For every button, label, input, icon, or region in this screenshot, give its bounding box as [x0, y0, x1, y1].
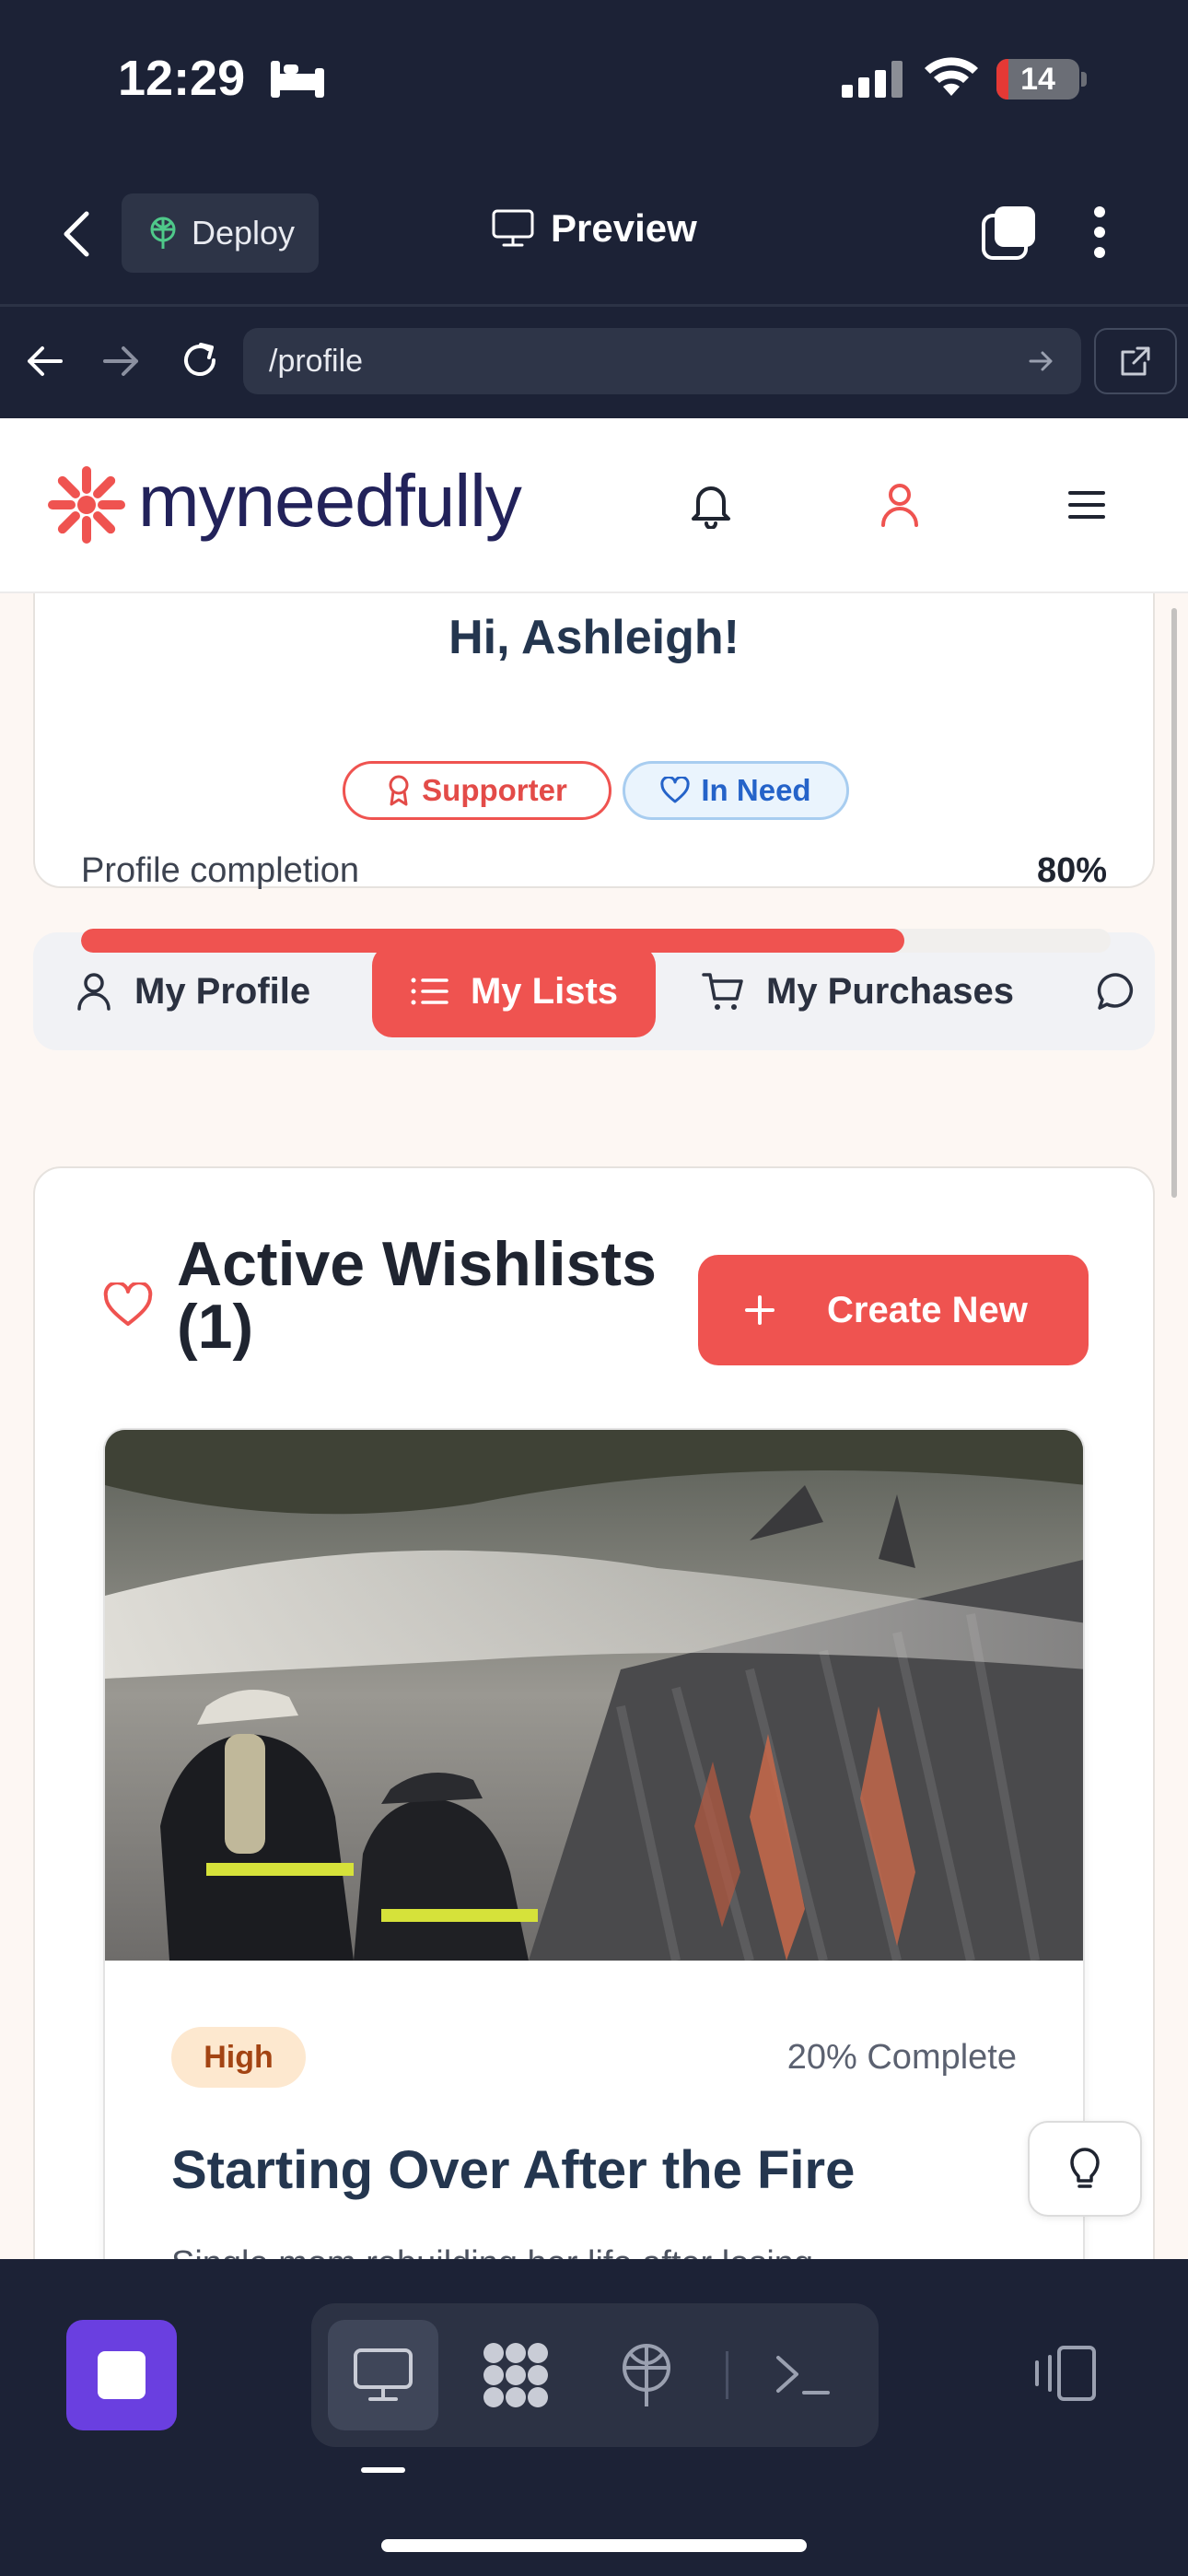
battery-percentage: 14: [1020, 62, 1055, 97]
plus-icon: [744, 1294, 775, 1326]
completion-progress-bar: [81, 929, 1111, 953]
heart-outline-icon: [103, 1282, 153, 1329]
lightbulb-icon: [1068, 2147, 1101, 2191]
list-icon: [410, 976, 448, 1007]
preview-view-button[interactable]: [333, 2325, 433, 2425]
hamburger-menu-icon[interactable]: [1066, 488, 1107, 521]
tab-label: My Purchases: [766, 970, 1015, 1012]
open-external-button[interactable]: [1094, 328, 1177, 394]
logo-text[interactable]: myneedfully: [138, 459, 522, 544]
preview-label: Preview: [551, 206, 697, 250]
tab-my-lists[interactable]: My Lists: [372, 945, 656, 1037]
notification-bell-icon[interactable]: [689, 481, 733, 529]
stop-icon: [98, 2351, 146, 2399]
bottom-toolbar: [0, 2259, 1188, 2576]
device-toggle-icon[interactable]: [1031, 2344, 1098, 2403]
wishlist-cover-image: [105, 1430, 1083, 1961]
tips-button[interactable]: [1028, 2121, 1142, 2217]
in-need-badge: In Need: [623, 761, 849, 820]
tab-my-purchases[interactable]: My Purchases: [702, 945, 1014, 1037]
user-icon: [76, 971, 112, 1012]
site-header: myneedfully: [0, 418, 1188, 593]
wishlist-title[interactable]: Starting Over After the Fire: [171, 2139, 855, 2201]
url-input[interactable]: /profile: [243, 328, 1081, 394]
external-link-icon: [1119, 345, 1152, 378]
deploy-tree-icon: [618, 2342, 675, 2408]
monitor-icon: [353, 2348, 413, 2403]
active-view-indicator: [361, 2467, 405, 2473]
in-need-label: In Need: [701, 773, 811, 807]
supporter-badge: Supporter: [343, 761, 611, 820]
monitor-icon: [492, 209, 534, 248]
completion-label: Profile completion: [81, 851, 360, 890]
browser-back-icon[interactable]: [24, 341, 64, 381]
stop-button[interactable]: [66, 2320, 177, 2430]
web-viewport: myneedfully Hi, Ashleigh! Supporter In N…: [0, 418, 1188, 2259]
completion-progress-fill: [81, 929, 905, 953]
logo-mark-icon[interactable]: [41, 459, 133, 551]
go-arrow-icon[interactable]: [1028, 347, 1055, 375]
wishlists-card: Active Wishlists (1) Create New High 20%…: [33, 1166, 1155, 2259]
reload-icon[interactable]: [177, 337, 223, 383]
deploy-icon: [147, 216, 179, 251]
tab-my-profile[interactable]: My Profile: [76, 945, 310, 1037]
terminal-icon: [775, 2352, 832, 2398]
wishlists-heading: Active Wishlists (1): [177, 1229, 657, 1362]
deploy-view-button[interactable]: [597, 2325, 696, 2425]
tab-label: My Profile: [134, 970, 311, 1012]
supporter-label: Supporter: [422, 773, 567, 807]
status-time: 12:29: [118, 51, 246, 106]
view-switcher: [311, 2303, 879, 2447]
deploy-button[interactable]: Deploy: [122, 193, 319, 273]
progress-percentage: 20% Complete: [786, 2038, 1017, 2077]
sleep-focus-icon: [269, 57, 326, 100]
create-new-label: Create New: [827, 1289, 1028, 1330]
grid-nodes-icon: [481, 2340, 551, 2410]
priority-badge: High: [171, 2027, 306, 2088]
award-icon: [387, 775, 411, 806]
tab-messages[interactable]: [1096, 945, 1159, 1037]
completion-value: 80%: [1036, 851, 1107, 890]
create-new-button[interactable]: Create New: [698, 1255, 1089, 1365]
tabs-switcher-icon[interactable]: [980, 205, 1037, 262]
browser-forward-icon[interactable]: [101, 341, 142, 381]
account-user-icon[interactable]: [879, 481, 921, 529]
wifi-icon: [923, 55, 980, 98]
tab-label: My Lists: [470, 970, 619, 1012]
integrations-view-button[interactable]: [466, 2325, 565, 2425]
console-view-button[interactable]: [753, 2325, 853, 2425]
more-options-icon[interactable]: [1089, 205, 1111, 260]
greeting-heading: Hi, Ashleigh!: [448, 611, 740, 664]
back-chevron-icon[interactable]: [59, 210, 96, 258]
deploy-label: Deploy: [192, 214, 296, 252]
wishlist-description: Single mom rebuilding her life after los…: [171, 2244, 813, 2259]
cellular-signal-icon: [840, 61, 904, 98]
wishlist-item[interactable]: High 20% Complete Starting Over After th…: [103, 1428, 1085, 2259]
heart-icon: [660, 777, 691, 804]
home-indicator[interactable]: [381, 2539, 807, 2552]
battery-indicator: 14: [996, 59, 1079, 100]
preview-title[interactable]: Preview: [492, 206, 697, 251]
battery-cap: [1081, 72, 1087, 87]
url-text: /profile: [269, 343, 364, 379]
cart-icon: [702, 971, 744, 1012]
page-scrollbar[interactable]: [1171, 608, 1177, 1198]
dock-separator: [726, 2351, 728, 2399]
message-icon: [1096, 971, 1136, 1012]
toolbar-divider: [0, 304, 1188, 307]
